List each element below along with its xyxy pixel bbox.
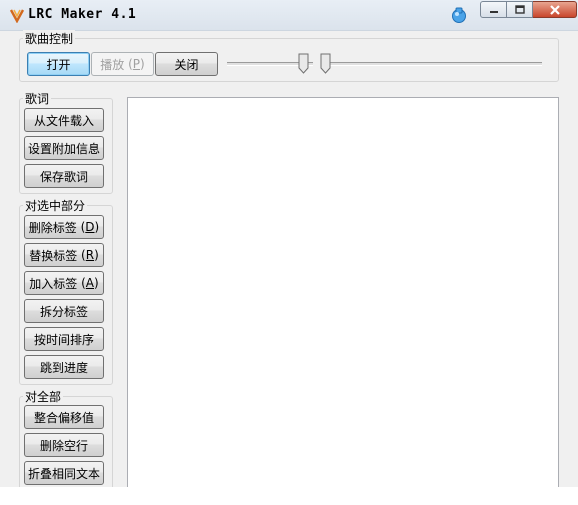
delete-blank-lines-label: 删除空行: [39, 438, 88, 453]
add-tag-mnemonic: A: [85, 276, 95, 290]
play-mnemonic: P: [132, 57, 141, 71]
load-from-file-label: 从文件载入: [33, 113, 94, 128]
sort-by-time-label: 按时间排序: [33, 332, 94, 347]
range-slider-track[interactable]: [325, 62, 542, 66]
replace-tag-button[interactable]: 替换标签 (R): [24, 243, 104, 267]
pin-icon[interactable]: [450, 6, 468, 24]
fold-same-text-button[interactable]: 折叠相同文本: [24, 461, 104, 485]
play-button[interactable]: 播放 (P): [91, 52, 154, 76]
window-title: LRC Maker 4.1: [28, 7, 137, 22]
save-lyrics-button[interactable]: 保存歌词: [24, 164, 104, 188]
maximize-icon: [514, 5, 525, 14]
set-extra-info-button[interactable]: 设置附加信息: [24, 136, 104, 160]
split-tag-label: 拆分标签: [39, 304, 88, 319]
save-lyrics-label: 保存歌词: [39, 169, 88, 184]
minimize-button[interactable]: [480, 1, 507, 18]
range-slider-thumb[interactable]: [320, 53, 331, 74]
delete-tag-label: 删除标签: [28, 220, 77, 235]
app-logo-icon: [9, 9, 25, 23]
play-button-label: 播放: [100, 57, 125, 72]
close-song-button[interactable]: 关闭: [155, 52, 218, 76]
progress-slider-thumb[interactable]: [298, 53, 309, 74]
song-control-label: 歌曲控制: [23, 30, 76, 47]
title-bar[interactable]: LRC Maker 4.1: [0, 0, 578, 31]
selection-group-label: 对选中部分: [23, 197, 88, 214]
delete-tag-mnemonic: D: [85, 220, 95, 234]
window-controls: [480, 1, 577, 20]
all-group-label: 对全部: [23, 388, 64, 405]
add-tag-button[interactable]: 加入标签 (A): [24, 271, 104, 295]
merge-offset-button[interactable]: 整合偏移值: [24, 405, 104, 429]
app-window: LRC Maker 4.1 歌曲控制 打开 播放 (P) 关闭 歌词 从文件载入…: [0, 0, 578, 487]
lyrics-group-label: 歌词: [23, 90, 52, 107]
lyrics-text-area[interactable]: [127, 97, 559, 487]
replace-tag-label: 替换标签: [29, 248, 78, 263]
open-button[interactable]: 打开: [27, 52, 90, 76]
fold-same-text-label: 折叠相同文本: [27, 466, 100, 481]
open-button-label: 打开: [46, 57, 71, 72]
jump-to-progress-button[interactable]: 跳到进度: [24, 355, 104, 379]
sort-by-time-button[interactable]: 按时间排序: [24, 327, 104, 351]
merge-offset-label: 整合偏移值: [33, 410, 94, 425]
add-tag-label: 加入标签: [29, 276, 78, 291]
delete-blank-lines-button[interactable]: 删除空行: [24, 433, 104, 457]
delete-tag-button[interactable]: 删除标签 (D): [24, 215, 104, 239]
load-from-file-button[interactable]: 从文件载入: [24, 108, 104, 132]
set-extra-info-label: 设置附加信息: [27, 141, 100, 156]
minimize-icon: [489, 10, 498, 13]
replace-tag-mnemonic: R: [85, 248, 95, 262]
maximize-button[interactable]: [507, 1, 533, 18]
jump-to-progress-label: 跳到进度: [39, 360, 88, 375]
split-tag-button[interactable]: 拆分标签: [24, 299, 104, 323]
close-song-button-label: 关闭: [174, 57, 199, 72]
close-window-button[interactable]: [533, 1, 577, 18]
close-icon: [549, 4, 560, 15]
